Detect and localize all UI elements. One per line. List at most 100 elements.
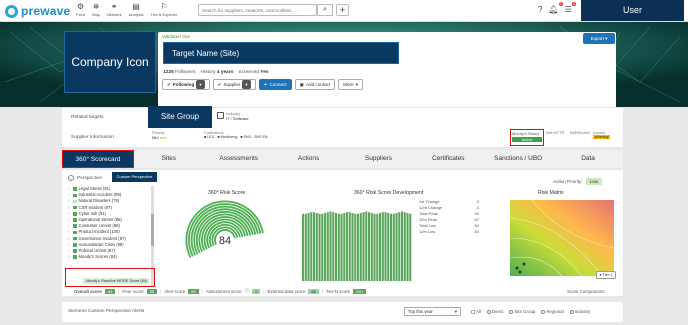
checkbox-icon[interactable] [73, 236, 77, 241]
logo-mark-icon [5, 4, 18, 18]
more-button[interactable]: More ▾ [338, 79, 364, 90]
development-bar [318, 213, 321, 281]
nav-map[interactable]: ⛯ Map [92, 2, 100, 17]
site-group-radio[interactable]: Site Group [509, 309, 535, 314]
tab-360-scorecard[interactable]: 360° Scorecard [62, 150, 134, 168]
checkbox-icon[interactable] [73, 218, 77, 222]
tasks-icon[interactable]: ☰ 0 [565, 2, 576, 14]
development-bar [395, 213, 398, 281]
period-select[interactable]: Top this year ▾ [404, 307, 461, 316]
supplier-button[interactable]: ✔ Supplier ▾ [212, 79, 256, 90]
logo[interactable]: prewave [5, 4, 70, 18]
nav-network[interactable]: ⚭ Network [107, 2, 122, 17]
direct-radio[interactable]: Direct [486, 309, 503, 314]
checkbox-icon[interactable] [73, 187, 77, 191]
development-bar [307, 213, 310, 281]
checkbox-icon[interactable] [73, 205, 77, 210]
search-input[interactable]: Search for suppliers, seaports, commodit… [198, 4, 317, 16]
following-button[interactable]: ✔ Following ▾ [162, 79, 210, 90]
search-button[interactable]: ⌕ [317, 4, 333, 16]
add-contact-button[interactable]: ▣ Add contact [294, 79, 336, 90]
development-bar [390, 213, 393, 281]
tasks-badge: 0 [571, 2, 576, 6]
related-targets-label[interactable]: Related targets [71, 115, 104, 120]
collection-tag[interactable]: ■ LEG [204, 135, 214, 139]
development-bar [387, 213, 390, 281]
development-bar [313, 212, 316, 281]
export-button[interactable]: Export ▾ [583, 33, 615, 44]
checkbox-icon[interactable] [73, 249, 77, 253]
risk-matrix-chart [509, 199, 615, 277]
chevron-down-icon[interactable]: ▾ [196, 80, 205, 89]
score-components-link[interactable]: Score Components [567, 289, 605, 294]
history-label: History [200, 70, 216, 75]
add-button[interactable]: + [336, 4, 349, 16]
chevron-down-icon[interactable]: ▾ [242, 80, 251, 89]
tab-bar: 360° Scorecard Sites Assessments Actions… [62, 150, 623, 168]
followers-count: 1225 [163, 70, 174, 75]
perspective-label: Perspective [77, 175, 103, 181]
map-icon: ⛯ [92, 2, 100, 11]
moodys-reactive-score-item[interactable]: Moody's Reactive MORE Score (84) [83, 278, 149, 284]
checkbox-icon[interactable] [73, 193, 77, 198]
tab-assessments[interactable]: Assessments [204, 150, 274, 168]
target-stats: 1225 Followers History 4 years Screened … [163, 70, 269, 75]
priority-value: Mid [152, 135, 159, 140]
perspective-selector[interactable]: i Perspective [68, 175, 102, 181]
nav-tier-n-explorer[interactable]: ⚐ Tier-N Explorer [150, 2, 177, 17]
tab-actions[interactable]: Actions [274, 150, 344, 168]
matrix-point[interactable] [515, 266, 519, 270]
checkbox-icon[interactable] [73, 199, 77, 204]
validated-prefix: Validated [162, 34, 181, 39]
nav-feed[interactable]: ⚙ Feed [76, 2, 85, 17]
separator: | [118, 288, 120, 294]
radio-icon [569, 309, 574, 314]
chevron-right-icon[interactable]: › [68, 254, 71, 260]
checkbox-icon[interactable] [73, 243, 77, 247]
tab-sanctions-ubo[interactable]: Sanctions / UBO [483, 150, 553, 168]
app-page: prewave ⚙ Feed ⛯ Map ⚭ Network ▤ Analysis ⚐ T… [0, 0, 688, 325]
matrix-point[interactable] [518, 270, 522, 274]
matrix-point[interactable] [522, 262, 526, 266]
connect-button[interactable]: ⚭ Connect [258, 79, 292, 90]
development-bar [365, 211, 368, 281]
collection-tag[interactable]: ■ SHS - SHS EN [240, 135, 267, 139]
tab-certificates[interactable]: Certificates [413, 150, 483, 168]
regional-radio[interactable]: Regional [541, 309, 564, 314]
development-bar [315, 213, 318, 281]
site-group-badge: Site Group [148, 106, 212, 128]
followers-stat[interactable]: 1225 Followers [163, 70, 196, 75]
notifications-icon[interactable]: 🔔︎ 9 [548, 2, 563, 14]
target-actions: ✔ Following ▾ ✔ Supplier ▾ ⚭ Connect ▣ Add con… [162, 79, 364, 90]
supplier-information-label: Supplier Information [71, 135, 114, 140]
checkbox-icon[interactable] [73, 255, 77, 259]
tier-filter-label: Tier 1 [602, 272, 613, 277]
tab-data[interactable]: Data [553, 150, 623, 168]
industry-radio[interactable]: Industry [569, 309, 590, 314]
info-icon[interactable]: i [68, 175, 74, 181]
score-summary: Overall score 84 | Peer score 88 | Alert sco… [74, 288, 366, 294]
info-icon[interactable]: ⓘ [245, 288, 249, 294]
tree-item[interactable]: › Moody's Scores (84) [68, 254, 154, 260]
peer-score-label: Peer score [122, 288, 144, 294]
checkbox-icon[interactable] [73, 212, 77, 216]
stat-label: 12m Low [419, 229, 436, 234]
collection-tag[interactable]: ■ Monitoring [217, 135, 237, 139]
target-name: Target Name (Site) [163, 42, 399, 64]
gauge-value: 84 [219, 235, 231, 247]
development-stats: 1st Change 0 12m Change -3 Total Peak 90 12m P… [419, 199, 479, 235]
custom-perspective-badge[interactable]: Custom Perspective [112, 172, 157, 182]
development-bar [302, 213, 305, 281]
screened-label: Screened [238, 70, 259, 75]
tab-suppliers[interactable]: Suppliers [344, 150, 414, 168]
all-checkbox[interactable]: All [471, 309, 481, 314]
user-menu[interactable]: User [581, 0, 684, 21]
checkbox-icon[interactable] [73, 224, 77, 228]
help-icon[interactable]: ? [538, 5, 542, 14]
tab-sites[interactable]: Sites [134, 150, 204, 168]
tier-filter-button[interactable]: ▾ Tier 1 [596, 271, 616, 279]
nav-analysis[interactable]: ▤ Analysis [129, 2, 144, 17]
development-bar [343, 213, 346, 281]
radio-icon [509, 309, 514, 314]
checkbox-icon[interactable] [73, 230, 77, 235]
